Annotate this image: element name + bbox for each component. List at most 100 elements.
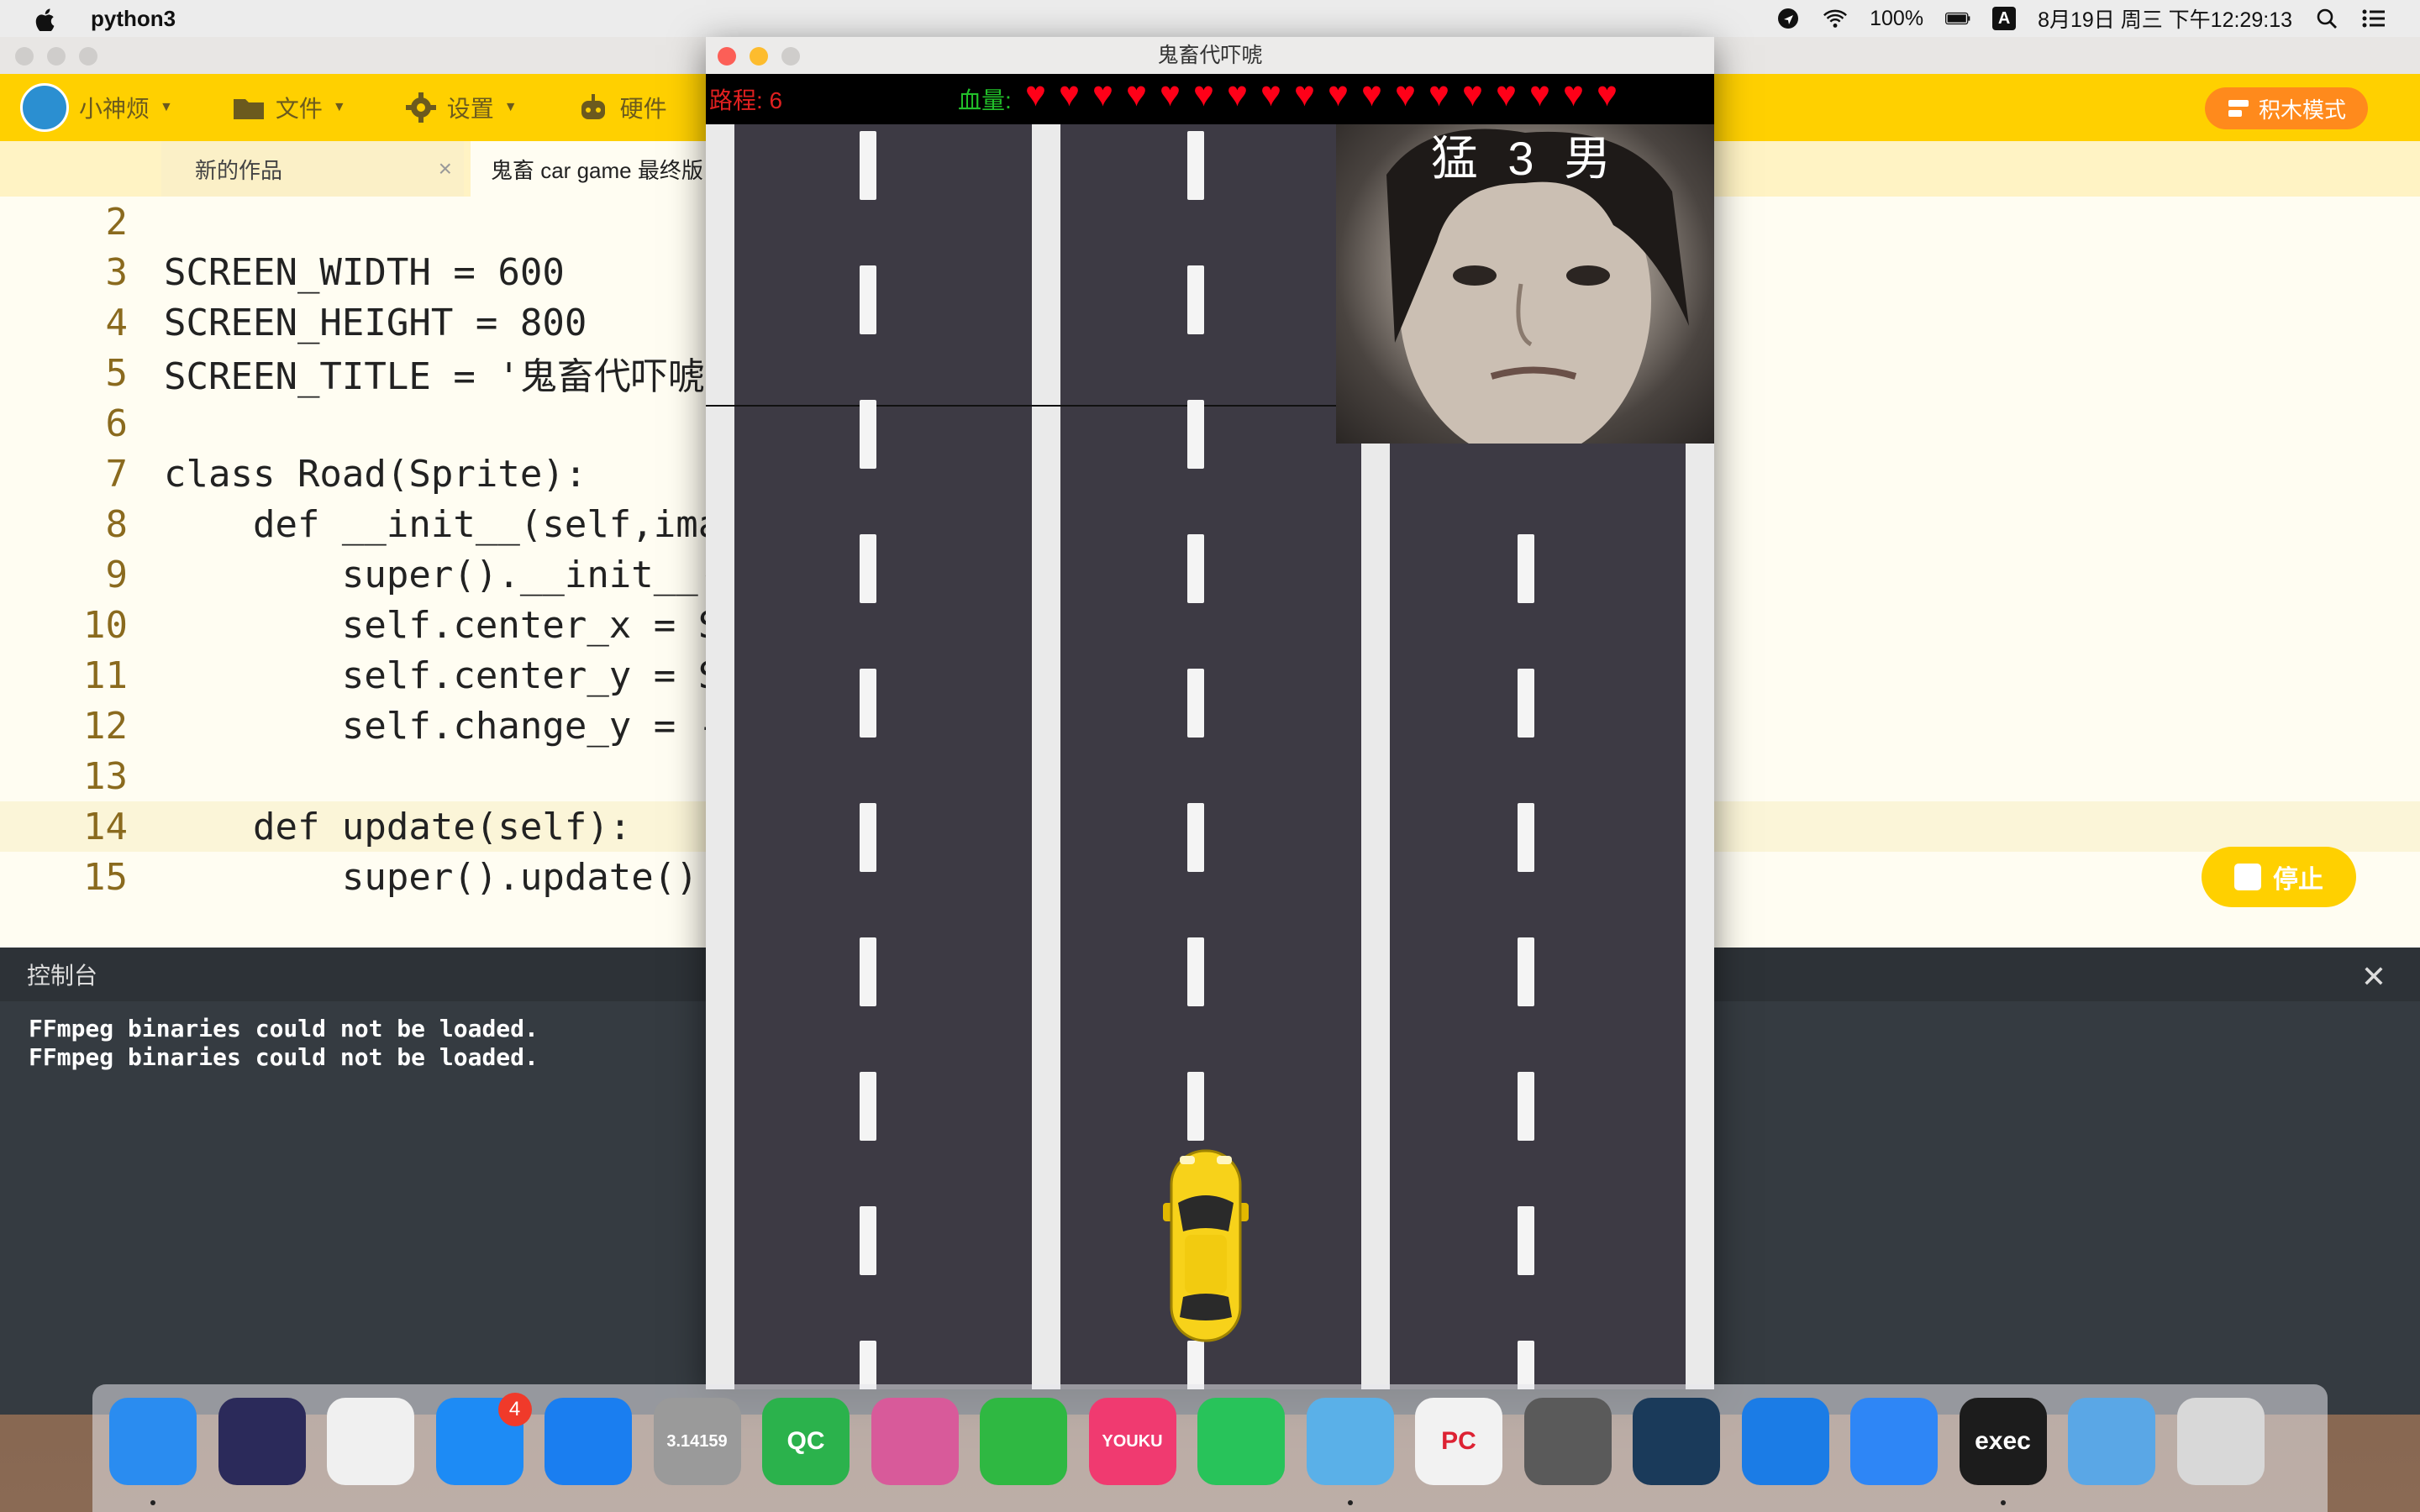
stop-label: 停止	[2273, 866, 2323, 894]
lane-dash	[1187, 400, 1204, 469]
line-number: 3	[105, 250, 129, 294]
safari-icon[interactable]	[544, 1398, 632, 1485]
apple-icon[interactable]	[32, 6, 57, 31]
spotlight-search-icon[interactable]	[2314, 7, 2339, 30]
block-mode-button[interactable]: 积木模式	[2204, 87, 2368, 129]
console-line: FFmpeg binaries could not be loaded.	[29, 1015, 539, 1042]
tab-new-work[interactable]: 新的作品 ×	[161, 141, 464, 197]
folder-icon[interactable]	[2068, 1398, 2155, 1485]
line-number: 7	[105, 452, 129, 496]
photos-icon[interactable]	[327, 1398, 414, 1485]
terminal-icon[interactable]: exec	[1959, 1398, 2047, 1485]
close-icon[interactable]: ✕	[2361, 959, 2386, 995]
finder-icon[interactable]	[109, 1398, 197, 1485]
game-window[interactable]: 鬼畜代吓唬 路程: 6 血量: ♥ ♥ ♥ ♥ ♥ ♥ ♥ ♥ ♥ ♥ ♥ ♥ ♥ ♥ ♥ ♥ ♥ ♥ 猛 3 男	[706, 37, 1714, 1389]
player-car[interactable]	[1160, 1144, 1252, 1346]
teamviewer-icon[interactable]	[1741, 1398, 1829, 1485]
console-output[interactable]: FFmpeg binaries could not be loaded. FFm…	[29, 1015, 539, 1072]
robot-icon	[581, 94, 605, 119]
dock-item-label: 3.14159	[666, 1431, 728, 1451]
heart-icon: ♥	[1428, 74, 1449, 113]
heart-icon: ♥	[1328, 74, 1349, 113]
block-mode-label: 积木模式	[2258, 97, 2346, 123]
ide-minimize-button[interactable]	[47, 47, 66, 66]
file-menu[interactable]: 文件 ▼	[232, 91, 346, 124]
heart-icon: ♥	[1126, 74, 1147, 113]
qt-creator-icon[interactable]: QC	[762, 1398, 850, 1485]
road-edge-right-inner	[1361, 444, 1390, 1389]
line-number: 13	[83, 754, 128, 798]
youku-icon[interactable]: YOUKU	[1088, 1398, 1176, 1485]
heart-icon: ♥	[1597, 74, 1618, 113]
settings-menu[interactable]: 设置 ▼	[405, 91, 518, 124]
running-indicator	[1347, 1500, 1353, 1505]
system-preferences-icon[interactable]	[1523, 1398, 1612, 1485]
heart-icon: ♥	[1092, 74, 1113, 113]
chevron-down-icon: ▼	[160, 100, 173, 114]
line-number: 4	[105, 301, 129, 344]
lane-dash	[1518, 1206, 1534, 1275]
lane-dash	[1187, 937, 1204, 1006]
game-pc-icon[interactable]: PC	[1415, 1398, 1502, 1485]
wechat-icon[interactable]	[980, 1398, 1067, 1485]
music-icon[interactable]	[1197, 1398, 1285, 1485]
user-menu[interactable]: 小神烦 ▼	[0, 83, 173, 132]
code-text: class Road(Sprite):	[164, 452, 587, 496]
hardware-menu[interactable]: 硬件	[576, 91, 667, 124]
stop-button[interactable]: 停止	[2202, 847, 2356, 907]
hardware-menu-label: 硬件	[619, 96, 667, 122]
siri-icon[interactable]	[218, 1398, 306, 1485]
code-text: SCREEN_TITLE = '鬼畜代吓唬'	[164, 355, 728, 398]
notification-center-icon[interactable]	[2361, 7, 2386, 30]
heart-icon: ♥	[1193, 74, 1214, 113]
xiaoshenfan-icon[interactable]	[1306, 1398, 1394, 1485]
dock: 4 3.14159 QC YOUKU PC exec	[92, 1384, 2328, 1512]
wifi-icon[interactable]	[1823, 7, 1848, 30]
clock[interactable]: 8月19日 周三 下午12:29:13	[2038, 3, 2292, 34]
app-name[interactable]: python3	[91, 6, 176, 32]
code-text: SCREEN_HEIGHT = 800	[164, 301, 587, 344]
line-number: 6	[105, 402, 129, 445]
folder-icon	[233, 99, 264, 119]
lane-dash	[1187, 534, 1204, 603]
lane-dash	[860, 1206, 876, 1275]
heart-icon: ♥	[1462, 74, 1483, 113]
line-number: 9	[105, 553, 129, 596]
line-number: 5	[105, 351, 129, 395]
menu-bar: python3 100% A 8月19日 周三 下午12:29:13	[0, 0, 2420, 37]
quicktime-icon[interactable]	[1633, 1398, 1720, 1485]
code-text: super().update()	[164, 855, 698, 899]
camera-app-icon[interactable]	[871, 1398, 959, 1485]
line-number: 2	[105, 200, 129, 244]
stop-icon	[2234, 864, 2261, 890]
code-text: SCREEN_WIDTH = 600	[164, 251, 565, 294]
chevron-down-icon: ▼	[503, 100, 518, 114]
heart-icon: ♥	[1025, 74, 1046, 113]
settings-menu-label: 设置	[446, 96, 494, 122]
location-icon[interactable]	[1776, 7, 1801, 30]
close-icon[interactable]: ×	[439, 155, 452, 182]
ide-zoom-button[interactable]	[79, 47, 97, 66]
calculator-icon[interactable]: 3.14159	[653, 1398, 741, 1485]
line-number: 12	[83, 704, 128, 748]
meme-caption: 猛 3 男	[1430, 132, 1620, 185]
battery-icon[interactable]	[1945, 7, 1970, 30]
lane-dash	[1187, 1072, 1204, 1141]
lane-dash	[860, 937, 876, 1006]
battery-percent: 100%	[1870, 6, 1924, 30]
heart-icon: ♥	[1529, 74, 1550, 113]
trash-icon[interactable]	[2176, 1398, 2265, 1485]
code-text: def update(self):	[164, 805, 632, 848]
heart-icon: ♥	[1361, 74, 1382, 113]
dingtalk-icon[interactable]	[1850, 1398, 1938, 1485]
input-source-badge[interactable]: A	[1992, 7, 2017, 30]
game-title: 鬼畜代吓唬	[1157, 44, 1263, 67]
user-name: 小神烦	[79, 96, 150, 122]
ide-close-button[interactable]	[15, 47, 34, 66]
distance-counter: 路程: 6	[709, 87, 783, 113]
lane-dash	[1518, 937, 1534, 1006]
lane-dash	[1187, 1341, 1204, 1389]
line-number: 15	[83, 855, 128, 899]
code-token: SCREEN_WIDTH = 600	[164, 250, 565, 294]
heart-icon: ♥	[1160, 74, 1181, 113]
